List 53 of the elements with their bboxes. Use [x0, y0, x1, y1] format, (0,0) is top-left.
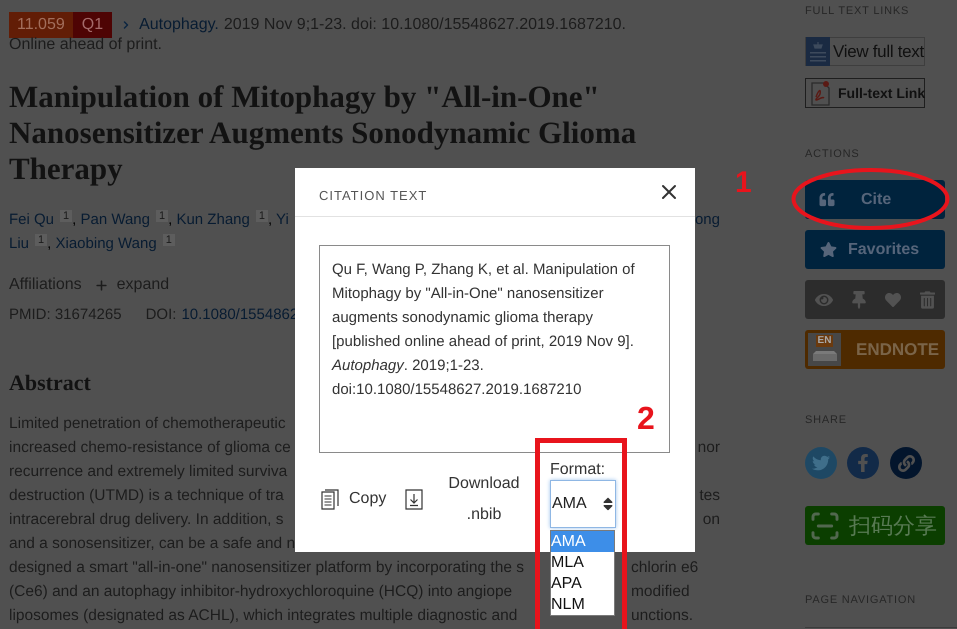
format-option[interactable]: AMA — [551, 531, 614, 552]
author-link[interactable]: Kun Zhang — [176, 211, 250, 228]
cite-button[interactable]: Cite — [805, 180, 945, 219]
quartile-badge: Q1 — [72, 12, 112, 38]
quote-icon — [818, 192, 836, 207]
separator-text: , — [47, 235, 52, 252]
impact-factor-badge: 11.059 — [9, 12, 73, 38]
dialog-title: CITATION TEXT — [319, 186, 428, 205]
sort-arrows-icon — [603, 496, 613, 512]
full-text-link[interactable]: Full-text Link — [805, 78, 925, 108]
journal-link[interactable]: Autophagy. — [139, 13, 219, 37]
pin-icon[interactable] — [850, 290, 867, 308]
endnote-button[interactable]: EN ENDNOTE — [805, 330, 945, 369]
author-link[interactable]: Xiaobing Wang — [56, 235, 157, 252]
author-link[interactable]: ong — [694, 211, 720, 228]
article-title: Manipulation of Mitophagy by "All-in-One" Nanosensitizer Augments Sonodynamic Glioma Therapy — [9, 79, 638, 187]
link-icon[interactable] — [890, 447, 922, 479]
download-icon — [405, 488, 423, 510]
author-link[interactable]: Pan Wang — [80, 211, 150, 228]
affiliation-number[interactable]: 1 — [256, 210, 268, 222]
download-button[interactable]: Download .nbib — [405, 468, 524, 530]
scan-icon — [809, 510, 841, 542]
qr-share-button[interactable]: 扫码分享 — [805, 506, 945, 545]
format-label: Format: — [550, 460, 606, 480]
doi-link[interactable]: 10.1080/1554862 — [181, 303, 298, 327]
author-link[interactable]: Fei Qu — [9, 211, 54, 228]
copy-button[interactable]: Copy — [321, 487, 387, 511]
twitter-icon[interactable] — [805, 447, 837, 479]
affiliation-number[interactable]: 1 — [162, 234, 175, 246]
annotation-number: 1 — [735, 166, 752, 200]
trash-icon[interactable] — [920, 290, 935, 308]
author-link[interactable]: Yi — [276, 211, 289, 228]
tray-icon — [812, 350, 838, 362]
favorites-button[interactable]: Favorites — [805, 230, 945, 269]
publisher-logo-icon — [806, 37, 830, 66]
author-link[interactable]: Liu — [9, 235, 30, 252]
pdf-file-icon — [811, 80, 831, 106]
affiliation-number[interactable]: 1 — [60, 210, 72, 222]
separator-text: , — [72, 211, 76, 228]
format-select[interactable]: AMA — [550, 480, 616, 528]
document-icon — [321, 488, 339, 510]
separator-text: , — [168, 211, 172, 228]
separator-text: , — [268, 211, 272, 228]
affiliation-number[interactable]: 1 — [156, 210, 168, 222]
eye-icon[interactable] — [815, 292, 833, 308]
annotation-number: 2 — [637, 401, 655, 435]
endnote-logo-text: EN — [816, 335, 834, 347]
heart-icon[interactable] — [884, 292, 902, 308]
affiliation-number[interactable]: 1 — [35, 234, 48, 246]
view-full-text-link[interactable]: View full text — [805, 37, 925, 66]
abstract-heading: Abstract — [9, 369, 91, 397]
facebook-icon[interactable] — [847, 447, 879, 479]
star-icon — [820, 241, 837, 258]
